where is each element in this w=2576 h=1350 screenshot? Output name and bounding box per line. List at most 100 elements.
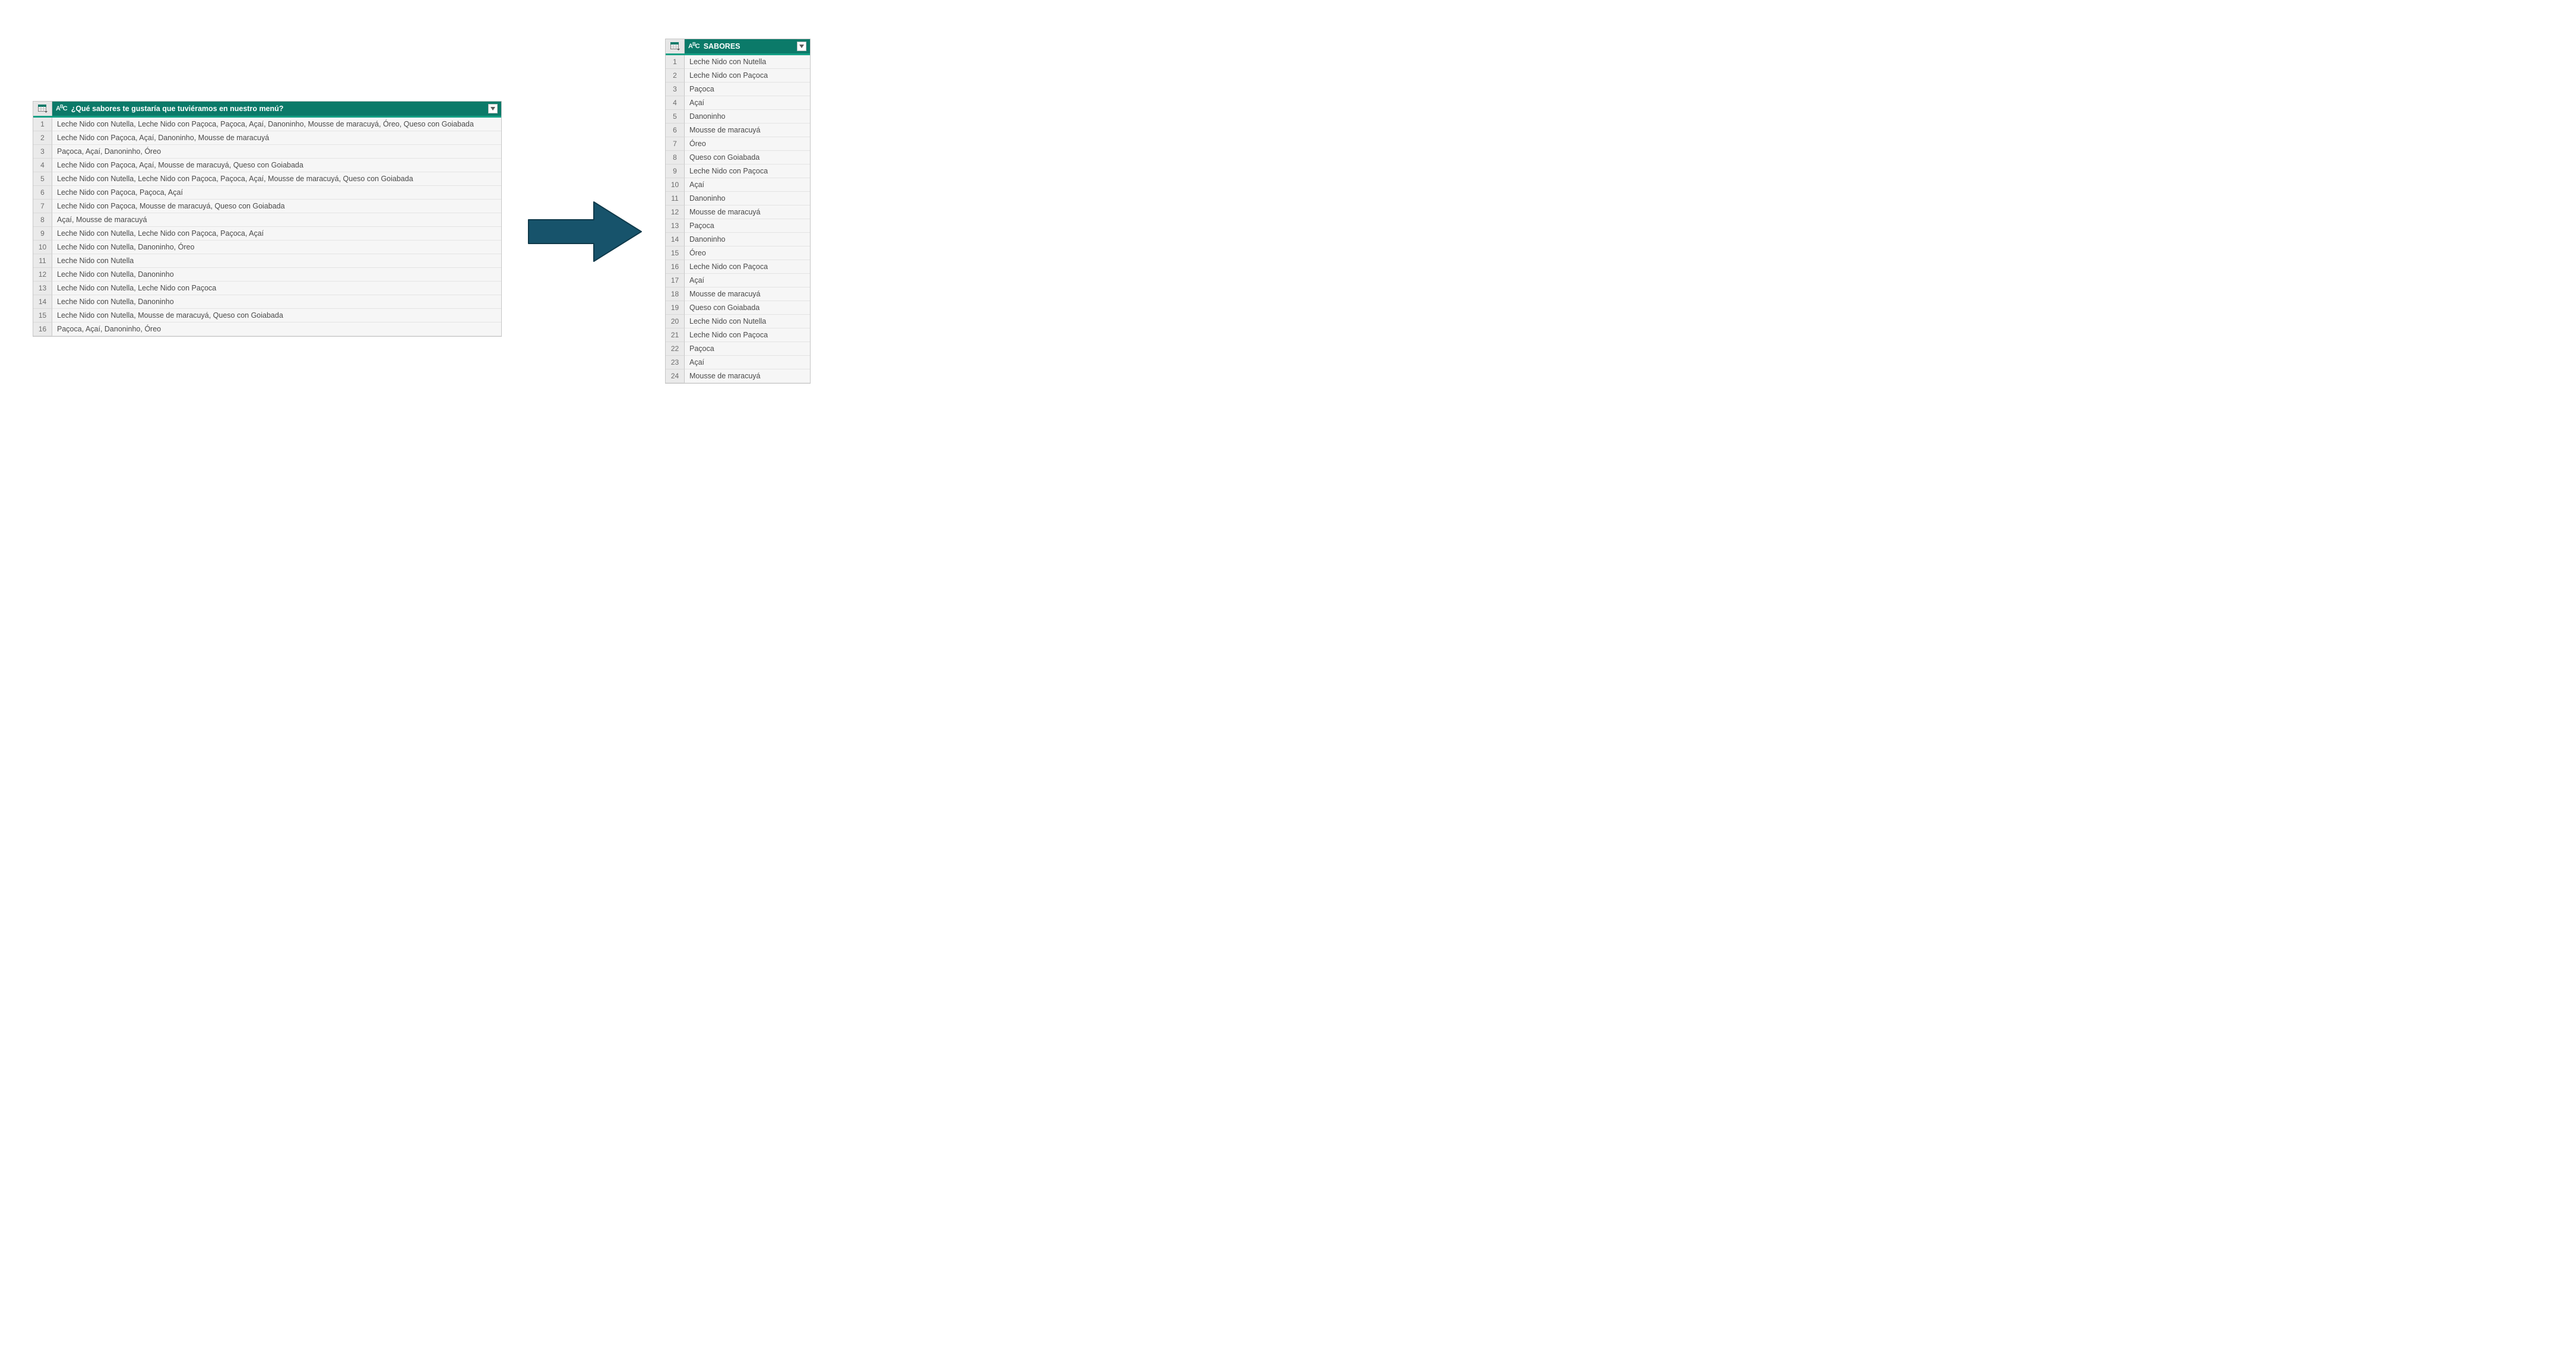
table-row[interactable]: 22Paçoca — [666, 342, 810, 356]
cell-value[interactable]: Queso con Goiabada — [685, 151, 810, 165]
table-row[interactable]: 5Leche Nido con Nutella, Leche Nido con … — [33, 172, 501, 186]
table-row[interactable]: 15Leche Nido con Nutella, Mousse de mara… — [33, 309, 501, 323]
cell-value[interactable]: Leche Nido con Paçoca — [685, 165, 810, 178]
row-number: 2 — [666, 69, 685, 83]
table-row[interactable]: 10Leche Nido con Nutella, Danoninho, Óre… — [33, 241, 501, 254]
row-number: 1 — [666, 55, 685, 69]
table-row[interactable]: 3Paçoca, Açaí, Danoninho, Óreo — [33, 145, 501, 159]
row-number: 6 — [666, 124, 685, 137]
cell-value[interactable]: Leche Nido con Paçoca — [685, 69, 810, 83]
table-row[interactable]: 12Leche Nido con Nutella, Danoninho — [33, 268, 501, 282]
source-table-header-row: ABC ¿Qué sabores te gustaría que tuviéra… — [33, 102, 501, 118]
cell-value[interactable]: Óreo — [685, 246, 810, 260]
row-number: 10 — [33, 241, 52, 254]
cell-value[interactable]: Leche Nido con Paçoca — [685, 328, 810, 342]
table-row[interactable]: 24Mousse de maracuyá — [666, 369, 810, 383]
table-row[interactable]: 9Leche Nido con Nutella, Leche Nido con … — [33, 227, 501, 241]
cell-value[interactable]: Leche Nido con Nutella — [685, 315, 810, 328]
table-row[interactable]: 18Mousse de maracuyá — [666, 287, 810, 301]
cell-value[interactable]: Leche Nido con Paçoca — [685, 260, 810, 274]
filter-dropdown-button[interactable] — [488, 104, 498, 113]
row-number: 4 — [33, 159, 52, 172]
cell-value[interactable]: Açaí — [685, 356, 810, 369]
cell-value[interactable]: Açaí, Mousse de maracuyá — [52, 213, 501, 227]
table-row[interactable]: 21Leche Nido con Paçoca — [666, 328, 810, 342]
table-row[interactable]: 16Paçoca, Açaí, Danoninho, Óreo — [33, 323, 501, 336]
table-row[interactable]: 15Óreo — [666, 246, 810, 260]
cell-value[interactable]: Leche Nido con Nutella — [685, 55, 810, 69]
row-number: 13 — [33, 282, 52, 295]
table-row[interactable]: 7Leche Nido con Paçoca, Mousse de maracu… — [33, 200, 501, 213]
table-row[interactable]: 2Leche Nido con Paçoca, Açaí, Danoninho,… — [33, 131, 501, 145]
table-row[interactable]: 13Paçoca — [666, 219, 810, 233]
text-type-icon: ABC — [56, 106, 68, 112]
result-column-label: SABORES — [704, 42, 793, 50]
cell-value[interactable]: Danoninho — [685, 192, 810, 205]
table-row[interactable]: 8Queso con Goiabada — [666, 151, 810, 165]
cell-value[interactable]: Leche Nido con Nutella, Danoninho, Óreo — [52, 241, 501, 254]
table-row[interactable]: 6Mousse de maracuyá — [666, 124, 810, 137]
table-row[interactable]: 20Leche Nido con Nutella — [666, 315, 810, 328]
cell-value[interactable]: Leche Nido con Paçoca, Açaí, Danoninho, … — [52, 131, 501, 145]
table-row[interactable]: 14Leche Nido con Nutella, Danoninho — [33, 295, 501, 309]
cell-value[interactable]: Açaí — [685, 96, 810, 110]
cell-value[interactable]: Paçoca — [685, 219, 810, 233]
cell-value[interactable]: Mousse de maracuyá — [685, 205, 810, 219]
cell-value[interactable]: Leche Nido con Nutella — [52, 254, 501, 268]
cell-value[interactable]: Queso con Goiabada — [685, 301, 810, 315]
row-number: 3 — [666, 83, 685, 96]
cell-value[interactable]: Leche Nido con Paçoca, Açaí, Mousse de m… — [52, 159, 501, 172]
cell-value[interactable]: Mousse de maracuyá — [685, 369, 810, 383]
cell-value[interactable]: Leche Nido con Nutella, Danoninho — [52, 268, 501, 282]
cell-value[interactable]: Paçoca — [685, 342, 810, 356]
cell-value[interactable]: Leche Nido con Paçoca, Paçoca, Açaí — [52, 186, 501, 200]
table-row[interactable]: 4Leche Nido con Paçoca, Açaí, Mousse de … — [33, 159, 501, 172]
table-row[interactable]: 6Leche Nido con Paçoca, Paçoca, Açaí — [33, 186, 501, 200]
table-row[interactable]: 23Açaí — [666, 356, 810, 369]
cell-value[interactable]: Leche Nido con Nutella, Leche Nido con P… — [52, 227, 501, 241]
cell-value[interactable]: Mousse de maracuyá — [685, 124, 810, 137]
cell-value[interactable]: Leche Nido con Paçoca, Mousse de maracuy… — [52, 200, 501, 213]
table-row[interactable]: 12Mousse de maracuyá — [666, 205, 810, 219]
filter-dropdown-button[interactable] — [797, 42, 806, 51]
table-row[interactable]: 19Queso con Goiabada — [666, 301, 810, 315]
cell-value[interactable]: Leche Nido con Nutella, Leche Nido con P… — [52, 172, 501, 186]
cell-value[interactable]: Paçoca, Açaí, Danoninho, Óreo — [52, 323, 501, 336]
source-column-header[interactable]: ABC ¿Qué sabores te gustaría que tuviéra… — [52, 102, 501, 116]
table-row[interactable]: 14Danoninho — [666, 233, 810, 246]
cell-value[interactable]: Paçoca — [685, 83, 810, 96]
table-row[interactable]: 1Leche Nido con Nutella, Leche Nido con … — [33, 118, 501, 131]
table-corner-button[interactable] — [666, 39, 685, 53]
row-number: 9 — [666, 165, 685, 178]
table-row[interactable]: 17Açaí — [666, 274, 810, 287]
table-row[interactable]: 7Óreo — [666, 137, 810, 151]
table-row[interactable]: 11Danoninho — [666, 192, 810, 205]
cell-value[interactable]: Danoninho — [685, 233, 810, 246]
cell-value[interactable]: Leche Nido con Nutella, Mousse de maracu… — [52, 309, 501, 323]
table-row[interactable]: 3Paçoca — [666, 83, 810, 96]
row-number: 6 — [33, 186, 52, 200]
table-row[interactable]: 4Açaí — [666, 96, 810, 110]
cell-value[interactable]: Leche Nido con Nutella, Leche Nido con P… — [52, 282, 501, 295]
table-row[interactable]: 2Leche Nido con Paçoca — [666, 69, 810, 83]
cell-value[interactable]: Mousse de maracuyá — [685, 287, 810, 301]
cell-value[interactable]: Açaí — [685, 178, 810, 192]
cell-value[interactable]: Paçoca, Açaí, Danoninho, Óreo — [52, 145, 501, 159]
table-row[interactable]: 5Danoninho — [666, 110, 810, 124]
cell-value[interactable]: Óreo — [685, 137, 810, 151]
table-row[interactable]: 11Leche Nido con Nutella — [33, 254, 501, 268]
table-row[interactable]: 8Açaí, Mousse de maracuyá — [33, 213, 501, 227]
cell-value[interactable]: Açaí — [685, 274, 810, 287]
table-corner-button[interactable] — [33, 102, 52, 116]
table-row[interactable]: 1Leche Nido con Nutella — [666, 55, 810, 69]
table-row[interactable]: 13Leche Nido con Nutella, Leche Nido con… — [33, 282, 501, 295]
source-table: ABC ¿Qué sabores te gustaría que tuviéra… — [33, 101, 502, 337]
cell-value[interactable]: Danoninho — [685, 110, 810, 124]
table-row[interactable]: 10Açaí — [666, 178, 810, 192]
cell-value[interactable]: Leche Nido con Nutella, Danoninho — [52, 295, 501, 309]
result-column-header[interactable]: ABC SABORES — [685, 39, 810, 53]
table-row[interactable]: 9Leche Nido con Paçoca — [666, 165, 810, 178]
cell-value[interactable]: Leche Nido con Nutella, Leche Nido con P… — [52, 118, 501, 131]
table-row[interactable]: 16Leche Nido con Paçoca — [666, 260, 810, 274]
row-number: 8 — [33, 213, 52, 227]
